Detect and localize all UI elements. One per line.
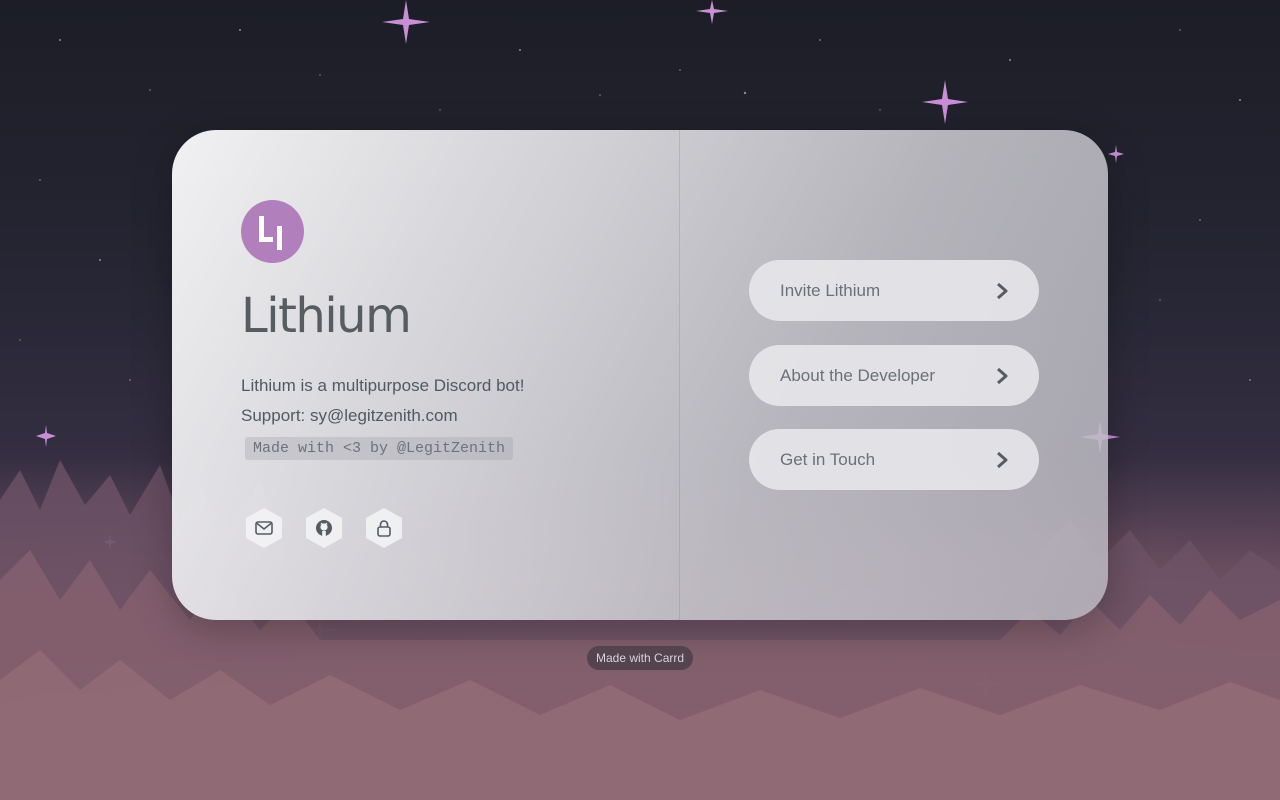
chevron-right-icon [997, 367, 1008, 384]
get-in-touch-label: Get in Touch [780, 449, 876, 469]
get-in-touch-button[interactable]: Get in Touch [749, 429, 1039, 490]
chevron-right-icon [997, 282, 1008, 299]
invite-lithium-button[interactable]: Invite Lithium [749, 260, 1039, 321]
about-developer-label: About the Developer [780, 365, 935, 385]
about-developer-button[interactable]: About the Developer [749, 345, 1039, 406]
lithium-logo [241, 200, 304, 263]
github-icon [316, 520, 332, 536]
privacy-link[interactable] [366, 508, 402, 548]
social-links [244, 508, 404, 548]
email-link[interactable] [246, 508, 282, 548]
lithium-logo-icon [259, 216, 282, 250]
invite-lithium-label: Invite Lithium [780, 280, 881, 300]
lock-icon [377, 520, 391, 537]
chevron-right-icon [997, 451, 1008, 468]
made-with-carrd-badge[interactable]: Made with Carrd [587, 646, 694, 670]
github-link[interactable] [306, 508, 342, 548]
bot-description: Lithium is a multipurpose Discord bot! [241, 376, 525, 395]
mail-icon [255, 521, 273, 535]
actions-panel: Invite Lithium About the Developer Get i… [680, 130, 1108, 620]
profile-panel: Lithium Lithium is a multipurpose Discor… [172, 130, 679, 620]
main-card: Lithium Lithium is a multipurpose Discor… [172, 130, 1108, 620]
developer-credit: Made with <3 by @LegitZenith [245, 437, 514, 460]
support-email[interactable]: Support: sy@legitzenith.com [241, 406, 458, 426]
page-title: Lithium [241, 288, 412, 344]
